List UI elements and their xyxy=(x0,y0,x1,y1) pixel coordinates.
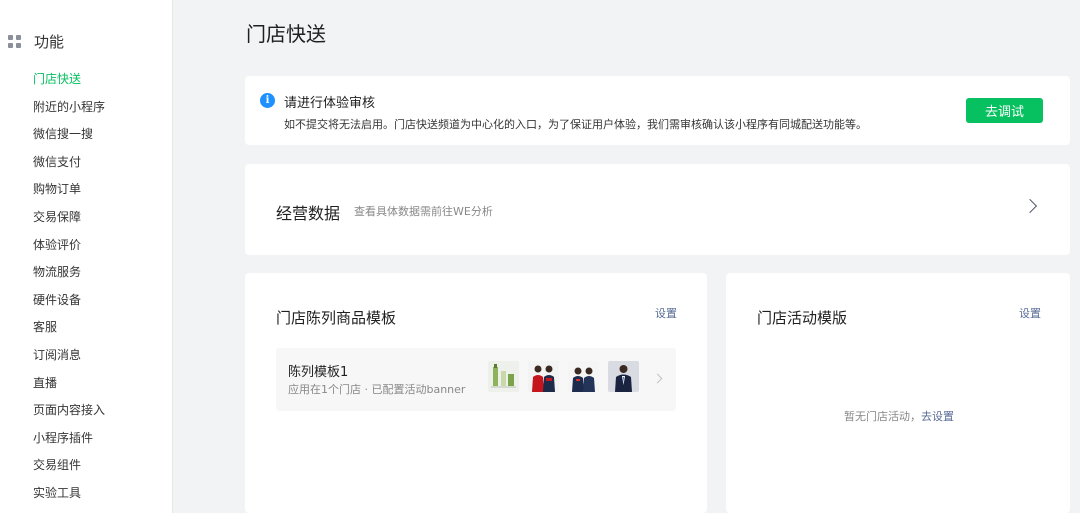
review-description: 如不提交将无法启用。门店快送频道为中心化的入口，为了保证用户体验，我们需审核确认… xyxy=(284,118,867,131)
thumbnail-product-bottles xyxy=(488,361,519,392)
sidebar-item-nearby-miniprogram[interactable]: 附近的小程序 xyxy=(33,96,105,124)
template-name: 陈列模板1 xyxy=(288,365,349,380)
sidebar-title: 功能 xyxy=(34,32,65,51)
sidebar-item-experiment-tools[interactable]: 实验工具 xyxy=(33,482,105,510)
thumbnail-suit-man xyxy=(608,361,639,392)
activity-template-card: 门店活动模版 设置 暂无门店活动，去设置 xyxy=(726,273,1070,513)
debug-button[interactable]: 去调试 xyxy=(966,98,1043,123)
sidebar-item-customer-service[interactable]: 客服 xyxy=(33,316,105,344)
display-template-title: 门店陈列商品模板 xyxy=(276,309,397,327)
sidebar-item-subscription-messages[interactable]: 订阅消息 xyxy=(33,344,105,372)
go-setup-link[interactable]: 去设置 xyxy=(921,410,954,423)
empty-state: 暂无门店活动，去设置 xyxy=(844,408,954,424)
sidebar-item-trade-protection[interactable]: 交易保障 xyxy=(33,206,105,234)
display-template-setting-link[interactable]: 设置 xyxy=(655,305,677,321)
thumbnail-red-jacket-people xyxy=(528,361,559,392)
review-card: i 请进行体验审核 如不提交将无法启用。门店快送频道为中心化的入口，为了保证用户… xyxy=(245,76,1070,145)
sidebar: 功能 门店快送 附近的小程序 微信搜一搜 微信支付 购物订单 交易保障 体验评价… xyxy=(0,0,173,513)
grid-icon xyxy=(8,34,21,48)
sidebar-item-hardware[interactable]: 硬件设备 xyxy=(33,289,105,317)
template-description: 应用在1个门店 · 已配置活动banner xyxy=(288,383,466,396)
empty-state-text: 暂无门店活动， xyxy=(844,410,921,423)
template-list-item[interactable]: 陈列模板1 应用在1个门店 · 已配置活动banner xyxy=(276,348,676,411)
sidebar-item-store-delivery[interactable]: 门店快送 xyxy=(33,68,105,96)
sidebar-item-logistics[interactable]: 物流服务 xyxy=(33,261,105,289)
sidebar-item-wechat-pay[interactable]: 微信支付 xyxy=(33,151,105,179)
chevron-right-icon[interactable] xyxy=(1022,198,1038,214)
info-icon: i xyxy=(260,93,275,108)
sidebar-item-wechat-search[interactable]: 微信搜一搜 xyxy=(33,123,105,151)
activity-template-setting-link[interactable]: 设置 xyxy=(1019,305,1041,321)
sidebar-item-shopping-orders[interactable]: 购物订单 xyxy=(33,178,105,206)
business-data-card[interactable]: 经营数据 查看具体数据需前往WE分析 xyxy=(245,164,1070,255)
sidebar-item-page-content[interactable]: 页面内容接入 xyxy=(33,399,105,427)
activity-template-title: 门店活动模版 xyxy=(757,309,848,327)
sidebar-item-experience-review[interactable]: 体验评价 xyxy=(33,234,105,262)
sidebar-item-trade-components[interactable]: 交易组件 xyxy=(33,454,105,482)
display-template-card: 门店陈列商品模板 设置 陈列模板1 应用在1个门店 · 已配置活动banner xyxy=(245,273,707,513)
chevron-right-icon xyxy=(652,373,663,384)
sidebar-item-plugins[interactable]: 小程序插件 xyxy=(33,427,105,455)
page-title: 门店快送 xyxy=(246,22,326,46)
thumbnail-navy-shirt-people xyxy=(568,361,599,392)
review-title: 请进行体验审核 xyxy=(284,96,376,111)
sidebar-nav: 门店快送 附近的小程序 微信搜一搜 微信支付 购物订单 交易保障 体验评价 物流… xyxy=(33,68,105,510)
sidebar-header: 功能 xyxy=(8,31,64,51)
business-data-title: 经营数据 xyxy=(276,204,341,223)
business-data-hint: 查看具体数据需前往WE分析 xyxy=(354,205,493,218)
sidebar-item-live[interactable]: 直播 xyxy=(33,372,105,400)
